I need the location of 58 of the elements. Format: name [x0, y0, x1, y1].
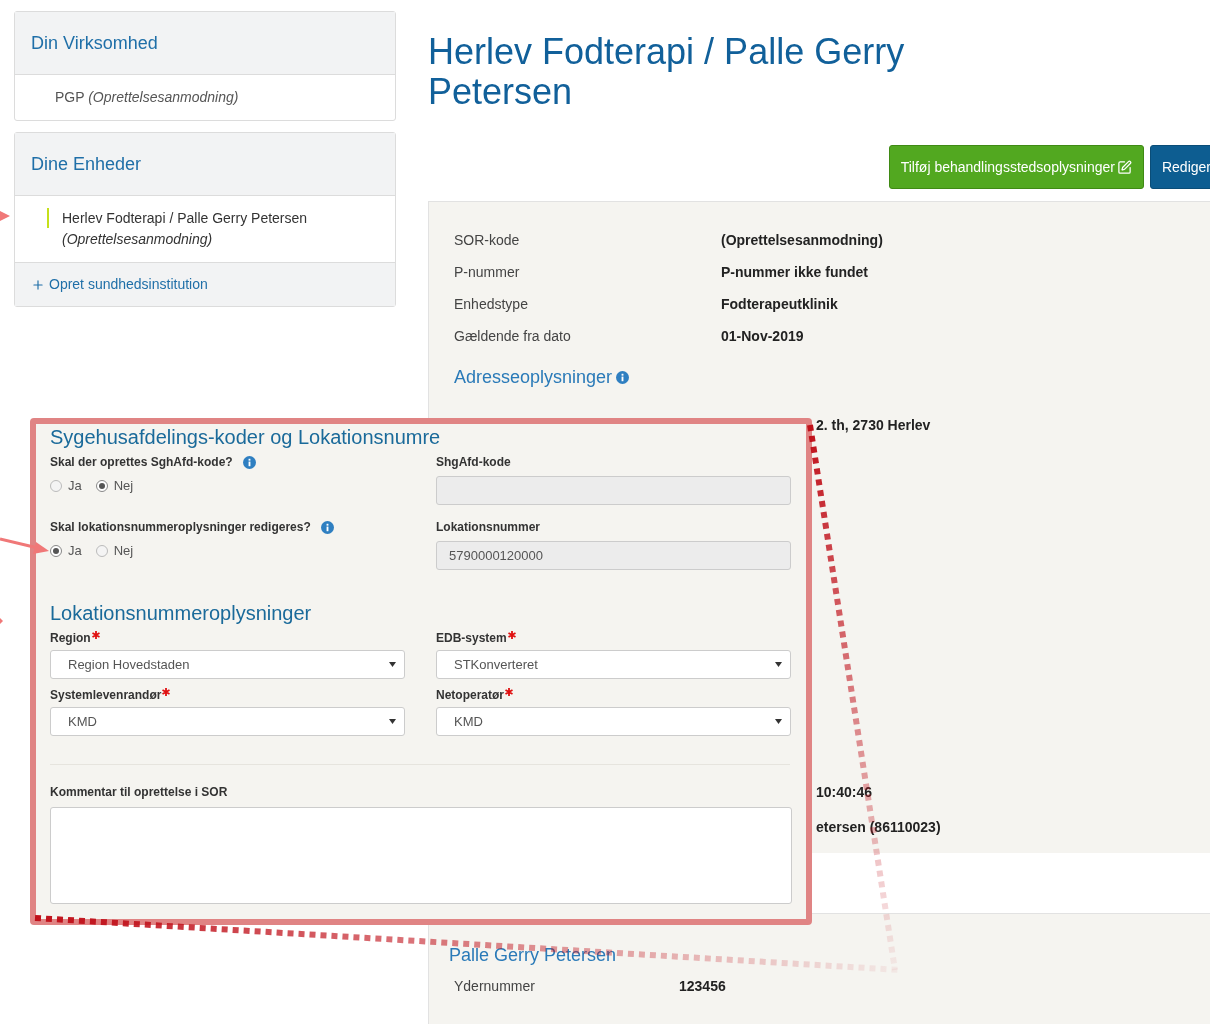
- edit-icon: [1116, 159, 1132, 175]
- field-label: Kommentar til oprettelse i SOR: [50, 784, 229, 801]
- sidebar-heading: Dine Enheder: [31, 152, 142, 176]
- form-heading: Sygehusafdelings-koder og Lokationsnumre: [50, 425, 442, 450]
- dropdown-caret-icon: [389, 719, 396, 724]
- info-icon: [320, 520, 334, 534]
- select-field[interactable]: STKonverteret: [436, 650, 791, 679]
- section-heading: Palle Gerry Petersen: [449, 944, 618, 967]
- detail-value: 10:40:46: [816, 784, 873, 800]
- detail-label: Ydernummer: [454, 976, 536, 996]
- action-button[interactable]: Rediger: [1149, 145, 1210, 189]
- question-label: Skal lokationsnummeroplysninger redigeres?: [50, 519, 311, 536]
- plus-icon: [31, 277, 45, 292]
- radio-button[interactable]: [95, 544, 108, 557]
- sidebar-item[interactable]: PGP (Oprettelsesanmodning): [15, 75, 395, 120]
- dropdown-caret-icon: [775, 662, 782, 667]
- detail-value: 01-Nov-2019: [721, 326, 805, 346]
- radio-label: Ja: [68, 542, 82, 560]
- select-field[interactable]: KMD: [50, 707, 405, 736]
- select-field[interactable]: KMD: [436, 707, 791, 736]
- select-field[interactable]: Region Hovedstaden: [50, 650, 405, 679]
- pointer-arrowhead: [0, 618, 3, 624]
- question-label: Skal der oprettes SghAfd-kode?: [50, 454, 233, 471]
- detail-label: Enhedstype: [454, 294, 529, 314]
- dropdown-caret-icon: [775, 719, 782, 724]
- detail-value: etersen (86110023): [816, 819, 941, 835]
- radio-button[interactable]: [50, 544, 62, 557]
- radio-label: Nej: [113, 477, 134, 495]
- radio-label: Nej: [113, 542, 134, 560]
- field-label: EDB-system: [436, 630, 507, 647]
- detail-label: Gældende fra dato: [454, 326, 572, 346]
- section-heading: Adresseoplysninger: [454, 366, 613, 389]
- field-label: Lokationsnummer: [436, 519, 541, 536]
- pointer-arrow: [0, 537, 49, 554]
- form-heading: Lokationsnummeroplysninger: [50, 601, 313, 626]
- detail-value: (Oprettelsesanmodning): [721, 230, 884, 250]
- pointer-arrowhead: [0, 211, 10, 221]
- dropdown-caret-icon: [389, 662, 396, 667]
- field-label: Region: [50, 630, 91, 647]
- radio-button[interactable]: [50, 479, 62, 492]
- info-icon: [242, 455, 256, 469]
- field-label: Netoperatør: [436, 687, 504, 704]
- page-title: Herlev Fodterapi / Palle Gerry Petersen: [428, 30, 906, 112]
- sidebar-heading: Din Virksomhed: [31, 31, 158, 55]
- detail-label: P-nummer: [454, 262, 521, 282]
- info-icon: [616, 371, 630, 384]
- create-institution-link[interactable]: Opret sundhedsinstitution: [49, 274, 208, 295]
- sidebar-item[interactable]: Herlev Fodterapi / Palle Gerry Petersen (Oprettelsesanmodning): [15, 196, 395, 262]
- comment-text-area[interactable]: [50, 807, 792, 904]
- detail-value: 123456: [679, 976, 727, 996]
- detail-value: P-nummer ikke fundet: [721, 262, 870, 282]
- radio-button[interactable]: [95, 479, 108, 492]
- detail-value: Fodterapeutklinik: [721, 294, 839, 314]
- detail-label: SOR-kode: [454, 230, 521, 250]
- radio-label: Ja: [68, 477, 82, 495]
- field-label: ShgAfd-kode: [436, 454, 512, 471]
- detail-value: 2. th, 2730 Herlev: [816, 417, 931, 433]
- field-label: Systemlevenrandør: [50, 687, 162, 704]
